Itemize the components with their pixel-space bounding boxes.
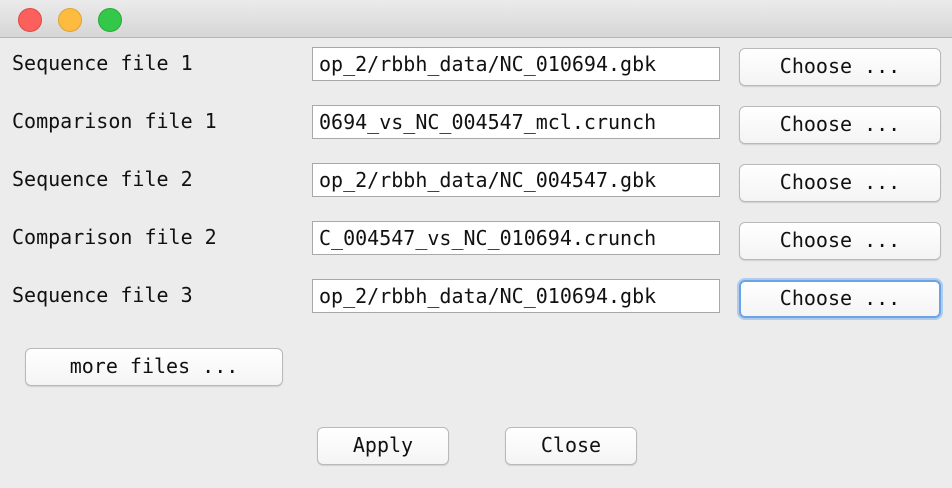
- sequence-file-3-label: Sequence file 3: [12, 283, 193, 307]
- choose-sequence-file-1-button[interactable]: Choose ...: [739, 48, 941, 86]
- sequence-file-1-field[interactable]: op_2/rbbh_data/NC_010694.gbk: [312, 47, 720, 81]
- comparison-file-2-label: Comparison file 2: [12, 225, 217, 249]
- close-button[interactable]: Close: [505, 427, 637, 465]
- choose-comparison-file-2-button[interactable]: Choose ...: [739, 222, 941, 260]
- choose-comparison-file-1-button[interactable]: Choose ...: [739, 106, 941, 144]
- apply-button[interactable]: Apply: [317, 427, 449, 465]
- sequence-file-2-field[interactable]: op_2/rbbh_data/NC_004547.gbk: [312, 163, 720, 197]
- comparison-file-1-label: Comparison file 1: [12, 109, 217, 133]
- sequence-file-3-field[interactable]: op_2/rbbh_data/NC_010694.gbk: [312, 279, 720, 313]
- choose-sequence-file-3-button[interactable]: Choose ...: [739, 280, 941, 318]
- maximize-window-icon[interactable]: [98, 8, 122, 32]
- comparison-file-1-field[interactable]: 0694_vs_NC_004547_mcl.crunch: [312, 105, 720, 139]
- choose-sequence-file-2-button[interactable]: Choose ...: [739, 164, 941, 202]
- comparison-file-2-field[interactable]: C_004547_vs_NC_010694.crunch: [312, 221, 720, 255]
- title-bar: [0, 0, 952, 38]
- sequence-file-1-label: Sequence file 1: [12, 51, 193, 75]
- more-files-button[interactable]: more files ...: [25, 348, 283, 386]
- sequence-file-2-label: Sequence file 2: [12, 167, 193, 191]
- close-window-icon[interactable]: [18, 8, 42, 32]
- minimize-window-icon[interactable]: [58, 8, 82, 32]
